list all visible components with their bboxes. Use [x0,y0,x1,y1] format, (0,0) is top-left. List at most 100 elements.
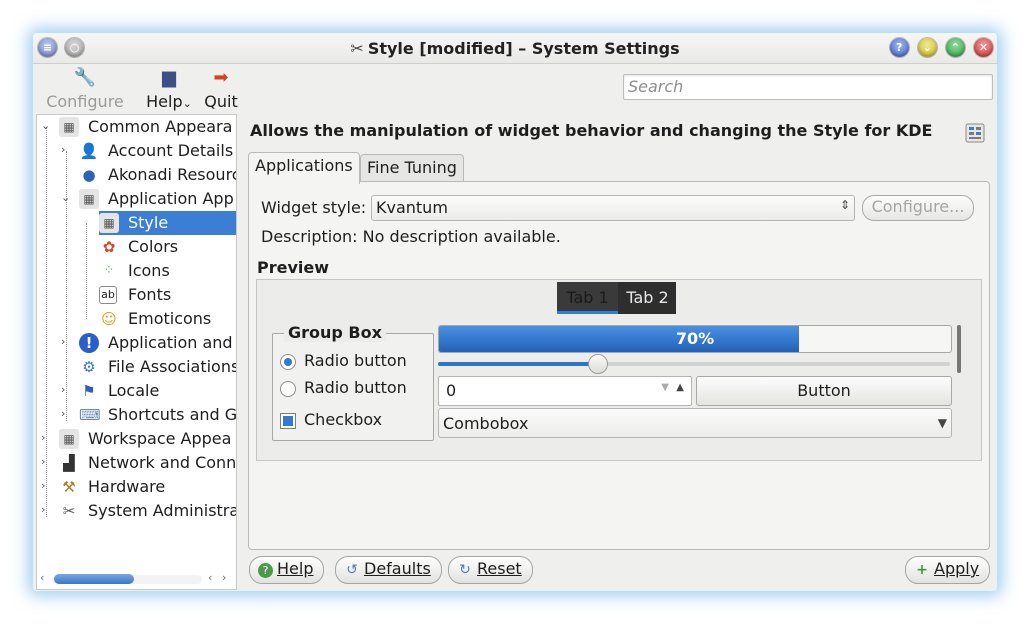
flag-icon: ⚑ [82,382,96,400]
tree-item-system-administration[interactable]: › ✂ System Administra [37,499,236,523]
defaults-button[interactable]: ↺ Defaults [335,556,442,584]
reset-icon: ↻ [459,562,471,578]
radio-button-2[interactable] [280,381,296,397]
spin-down-icon[interactable]: ▼ [661,382,669,393]
tree-item-emoticons[interactable]: ☺ Emoticons [37,307,236,331]
preview-button[interactable]: Button [696,376,952,406]
apply-button[interactable]: + Apply [905,556,991,584]
help-button[interactable]: ? Help [249,556,325,584]
expand-arrow-icon[interactable]: › [41,479,45,492]
notification-icon: ! [79,333,99,353]
progress-text: 70% [675,329,715,348]
tree-item-akonadi[interactable]: ● Akonadi Resourc [37,163,236,187]
scroll-right-icon[interactable]: › [222,571,226,584]
expand-arrow-icon[interactable]: › [61,383,65,396]
spinbox-value: 0 [446,381,457,400]
tree-item-hardware[interactable]: › ⚒ Hardware [37,475,236,499]
appearance-icon: ▦ [59,117,79,137]
tree-item-colors[interactable]: ✿ Colors [37,235,236,259]
network-icon: ▟ [63,454,75,472]
minimize-icon[interactable]: ⌄ [917,38,937,57]
widget-style-label: Widget style: [261,198,367,217]
preview-heading: Preview [257,258,330,277]
expand-arrow-icon[interactable]: › [41,431,45,444]
akonadi-icon: ● [82,166,96,184]
colors-icon: ✿ [102,238,116,256]
expand-arrow-icon[interactable]: › [41,455,45,468]
tree-item-icons[interactable]: ⁘ Icons [37,259,236,283]
preview-slider[interactable] [438,354,950,374]
configure-style-button[interactable]: Configure... [862,195,974,221]
tab-applications[interactable]: Applications [248,152,360,184]
preview-checkbox[interactable] [280,413,296,429]
scrollbar-thumb[interactable] [54,574,134,584]
group-box-title: Group Box [284,323,386,342]
appearance-icon: ▦ [79,189,99,209]
fonts-icon: ab [99,286,117,304]
preview-tab-2[interactable]: Tab 2 [619,282,676,314]
scroll-left-icon[interactable]: ‹ [208,571,212,584]
slider-fill [438,362,597,366]
radio-button-2-label: Radio button [304,378,407,397]
icons-icon: ⁘ [103,263,115,278]
settings-tree[interactable]: ⌄ ▦ Common Appeara › 👤 Account Details ●… [36,114,237,590]
file-associations-icon: ⚙ [82,358,96,376]
tree-item-workspace-appearance[interactable]: › ▦ Workspace Appea [37,427,236,451]
reset-button[interactable]: ↻ Reset [448,556,533,584]
expand-arrow-icon[interactable]: › [61,143,65,156]
tree-item-file-associations[interactable]: ⚙ File Associations [37,355,236,379]
style-module-icon [965,123,985,143]
updown-arrow-icon: ⇕ [839,198,850,212]
shortcuts-icon: ⌨ [79,406,101,424]
tree-item-locale[interactable]: › ⚑ Locale [37,379,236,403]
help-tool-button[interactable]: ▆ Help⌄ [143,64,195,111]
hardware-icon: ⚒ [62,478,76,496]
tree-item-application-appearance[interactable]: ⌄ ▦ Application App [37,187,236,211]
emoticons-icon: ☺ [101,310,117,328]
tree-horizontal-scrollbar[interactable]: ‹ ‹ › [40,571,235,585]
expand-arrow-icon[interactable]: › [61,335,65,348]
scroll-left-icon[interactable]: ‹ [40,571,44,584]
help-book-icon: ▆ [162,67,176,88]
style-icon: ▦ [99,213,119,233]
widget-style-combobox[interactable]: Kvantum ⇕ [371,195,855,221]
collapse-arrow-icon[interactable]: ⌄ [61,191,70,204]
expand-arrow-icon[interactable]: › [61,407,65,420]
admin-icon: ✂ [62,502,76,520]
module-description-heading: Allows the manipulation of widget behavi… [250,121,933,140]
context-help-icon[interactable]: ? [889,38,909,57]
style-preview-area: Tab 1 Tab 2 Group Box Radio button Radio… [256,279,982,461]
preview-spinbox[interactable]: 0 ▼ ▲ [438,376,692,406]
radio-button-1[interactable] [280,354,296,370]
expand-arrow-icon[interactable]: › [41,503,45,516]
maximize-icon[interactable]: ⌃ [945,38,965,57]
help-icon: ? [258,563,273,578]
preview-group-box: Group Box Radio button Radio button Chec… [272,323,434,441]
quit-tool-button[interactable]: ➡ Quit [203,64,239,111]
tree-item-shortcuts[interactable]: › ⌨ Shortcuts and G [37,403,236,427]
radio-button-1-label: Radio button [304,351,407,370]
search-input[interactable] [624,75,992,97]
collapse-arrow-icon[interactable]: ⌄ [41,119,50,132]
title-bar-right-buttons: ? ⌄ ⌃ ✕ [886,38,993,57]
tree-item-common-appearance[interactable]: ⌄ ▦ Common Appeara [37,115,236,139]
tree-item-account-details[interactable]: › 👤 Account Details [37,139,236,163]
close-icon[interactable]: ✕ [974,38,993,57]
preview-combobox[interactable]: Combobox ▼ [438,408,952,438]
preview-tab-bar: Tab 1 Tab 2 [557,282,676,314]
tree-item-fonts[interactable]: ab Fonts [37,283,236,307]
configure-tool-button[interactable]: 🔧 Configure [45,64,125,111]
spin-up-icon[interactable]: ▲ [676,382,684,393]
style-description: Description: No description available. [261,227,561,246]
tab-fine-tuning[interactable]: Fine Tuning [360,154,464,183]
tree-item-application-notifications[interactable]: › ! Application and [37,331,236,355]
main-toolbar: 🔧 Configure ▆ Help⌄ ➡ Quit [33,64,238,114]
search-field[interactable] [623,74,993,100]
title-bar[interactable]: ≡ ○ ✂ Style [modified] – System Settings … [33,33,997,64]
preview-tab-1[interactable]: Tab 1 [557,282,618,314]
tree-item-network[interactable]: › ▟ Network and Conn [37,451,236,475]
tree-item-style[interactable]: ▦ Style [37,211,236,235]
window-title: ✂ Style [modified] – System Settings [350,39,680,58]
slider-handle[interactable] [588,354,608,374]
preview-vertical-scrollbar[interactable] [957,325,961,373]
